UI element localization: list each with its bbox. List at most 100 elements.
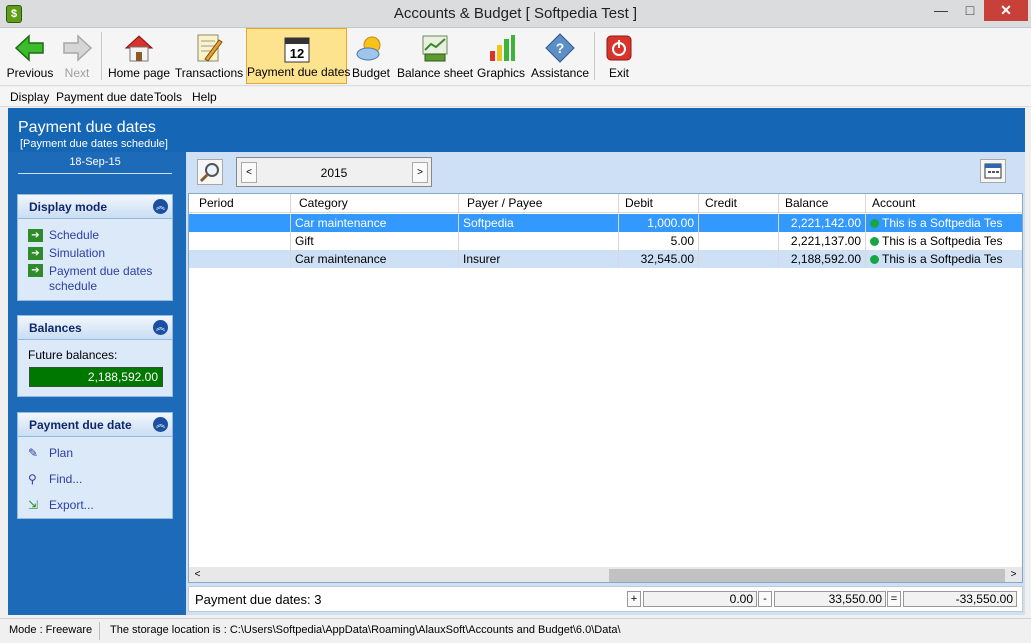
debit-total: 33,550.00	[774, 591, 886, 607]
equals-sign: =	[887, 591, 901, 607]
column-period[interactable]: Period	[189, 194, 291, 213]
help-diamond-icon: ?	[545, 33, 575, 63]
credit-total: 0.00	[643, 591, 757, 607]
main-area: < 2015 > Period Category Payer / Payee D…	[186, 152, 1025, 615]
search-icon	[199, 163, 219, 183]
scroll-left-icon[interactable]: <	[189, 569, 206, 580]
collapse-icon[interactable]: ︽	[153, 199, 168, 214]
next-year-button[interactable]: >	[412, 162, 428, 183]
column-debit[interactable]: Debit	[619, 194, 699, 213]
status-divider	[99, 622, 100, 640]
plus-sign: +	[627, 591, 641, 607]
find-link[interactable]: ⚲ Find...	[28, 472, 82, 486]
scroll-right-icon[interactable]: >	[1005, 569, 1022, 580]
status-dot-icon	[870, 219, 879, 228]
balances-box: Balances ︽ Future balances: 2,188,592.00	[17, 315, 173, 397]
assistance-button[interactable]: ? Assistance	[530, 28, 590, 84]
status-dot-icon	[870, 237, 879, 246]
cell-category: Gift	[291, 232, 459, 250]
cell-payee	[459, 232, 619, 250]
bar-chart-icon	[490, 35, 515, 61]
menu-display[interactable]: Display	[10, 90, 49, 104]
payment-count: Payment due dates: 3	[195, 592, 322, 607]
table-row[interactable]: Car maintenance Insurer 32,545.00 2,188,…	[189, 250, 1022, 268]
previous-year-button[interactable]: <	[241, 162, 257, 183]
balance-sheet-button[interactable]: Balance sheet	[397, 28, 473, 84]
menu-bar: Display Payment due date Tools Help	[0, 87, 1031, 107]
window-title: Accounts & Budget [ Softpedia Test ]	[393, 5, 638, 22]
money-chart-icon	[422, 35, 448, 62]
cell-debit: 5.00	[619, 232, 699, 250]
cell-payee: Softpedia	[459, 214, 619, 232]
scrollbar-thumb[interactable]	[609, 569, 1005, 582]
cell-account: This is a Softpedia Tes	[866, 232, 1022, 250]
search-button[interactable]	[197, 159, 223, 185]
export-link[interactable]: ⇲ Export...	[28, 498, 94, 512]
collapse-icon[interactable]: ︽	[153, 417, 168, 432]
column-payer-payee[interactable]: Payer / Payee	[459, 194, 619, 213]
house-icon	[124, 35, 154, 62]
current-date: 18-Sep-15	[18, 156, 172, 174]
menu-help[interactable]: Help	[192, 90, 217, 104]
arrow-right-icon: ➔	[28, 247, 43, 261]
column-credit[interactable]: Credit	[699, 194, 779, 213]
payment-due-date-box: Payment due date ︽ ✎ Plan ⚲ Find... ⇲ Expor…	[17, 412, 173, 519]
budget-button[interactable]: Budget	[350, 28, 392, 84]
maximize-button[interactable]: □	[956, 0, 984, 21]
display-mode-simulation[interactable]: ➔ Simulation	[28, 246, 105, 261]
home-page-button[interactable]: Home page	[107, 28, 171, 84]
display-mode-payment-due-dates-schedule[interactable]: ➔ Payment due dates schedule	[28, 264, 158, 294]
previous-button[interactable]: Previous	[4, 28, 56, 84]
menu-tools[interactable]: Tools	[154, 90, 182, 104]
balances-header[interactable]: Balances ︽	[18, 316, 172, 340]
storage-location: The storage location is : C:\Users\Softp…	[110, 624, 621, 636]
cell-credit	[699, 214, 779, 232]
next-button[interactable]: Next	[56, 28, 98, 84]
column-category[interactable]: Category	[291, 194, 459, 213]
cell-category: Car maintenance	[291, 250, 459, 268]
summary-footer: Payment due dates: 3 + 0.00 - 33,550.00 …	[188, 586, 1023, 612]
toolbar-separator	[101, 32, 102, 80]
svg-text:?: ?	[556, 40, 565, 56]
cell-credit	[699, 250, 779, 268]
plan-link[interactable]: ✎ Plan	[28, 446, 73, 460]
arrow-left-icon	[14, 34, 44, 62]
column-balance[interactable]: Balance	[779, 194, 866, 213]
svg-text:12: 12	[289, 46, 303, 61]
cell-payee: Insurer	[459, 250, 619, 268]
cell-debit: 32,545.00	[619, 250, 699, 268]
cell-period	[189, 214, 291, 232]
calendar-button[interactable]	[980, 159, 1006, 183]
payment-due-dates-button[interactable]: 12 Payment due dates	[246, 28, 350, 84]
magnifier-icon: ⚲	[28, 472, 37, 486]
column-account[interactable]: Account	[866, 194, 1022, 213]
close-button[interactable]: ✕	[984, 0, 1028, 21]
page-header: Payment due dates [Payment due dates sch…	[8, 108, 1025, 152]
year-selector: < 2015 >	[236, 157, 432, 187]
menu-payment-due-date[interactable]: Payment due date	[56, 90, 153, 104]
cell-period	[189, 232, 291, 250]
page-subtitle: [Payment due dates schedule]	[20, 138, 168, 150]
cell-balance: 2,188,592.00	[779, 250, 866, 268]
minimize-button[interactable]: —	[926, 0, 956, 21]
table-header: Period Category Payer / Payee Debit Cred…	[189, 194, 1022, 213]
cell-category: Car maintenance	[291, 214, 459, 232]
status-dot-icon	[870, 255, 879, 264]
graphics-button[interactable]: Graphics	[477, 28, 525, 84]
collapse-icon[interactable]: ︽	[153, 320, 168, 335]
horizontal-scrollbar[interactable]: < >	[189, 567, 1022, 582]
transactions-button[interactable]: Transactions	[174, 28, 244, 84]
cell-account: This is a Softpedia Tes	[866, 214, 1022, 232]
table-row[interactable]: Gift 5.00 2,221,137.00 This is a Softped…	[189, 232, 1022, 250]
display-mode-schedule[interactable]: ➔ Schedule	[28, 228, 99, 243]
payment-due-date-header[interactable]: Payment due date ︽	[18, 413, 172, 437]
title-bar: $ Accounts & Budget [ Softpedia Test ] —…	[0, 0, 1031, 28]
arrow-right-icon: ➔	[28, 264, 43, 277]
page-title: Payment due dates	[18, 119, 156, 136]
exit-button[interactable]: Exit	[600, 28, 638, 84]
export-icon: ⇲	[28, 498, 39, 512]
table-row[interactable]: Car maintenance Softpedia 1,000.00 2,221…	[189, 214, 1022, 232]
display-mode-header[interactable]: Display mode ︽	[18, 195, 172, 219]
pen-paper-icon: ✎	[28, 446, 39, 460]
calendar-icon: 12	[284, 37, 309, 63]
